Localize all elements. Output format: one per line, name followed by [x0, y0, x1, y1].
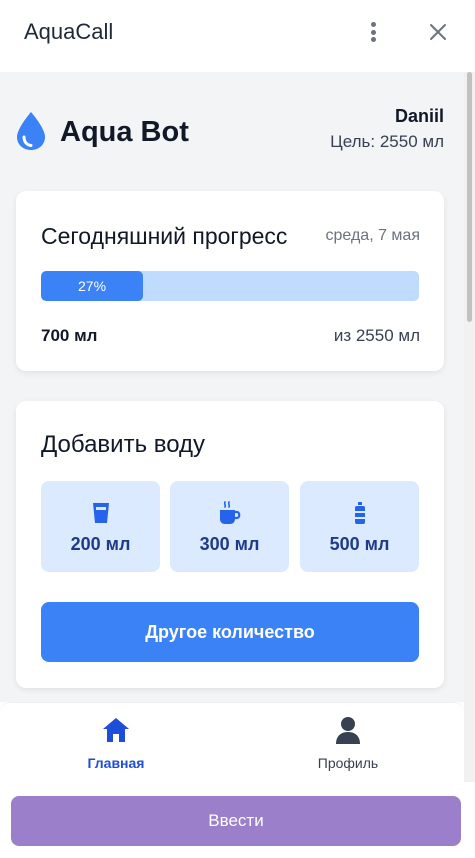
add-water-card: Добавить воду 200 мл 300 мл 500 мл Друго… — [16, 401, 444, 688]
add-water-title: Добавить воду — [41, 431, 206, 458]
progress-bar: 27% — [41, 271, 419, 301]
bot-name: Aqua Bot — [60, 116, 189, 148]
user-icon — [336, 717, 360, 744]
title-bar: AquaCall — [0, 0, 475, 72]
scrollbar-thumb[interactable] — [467, 72, 472, 322]
enter-button[interactable]: Ввести — [11, 796, 461, 846]
other-amount-button[interactable]: Другое количество — [41, 602, 419, 662]
nav-home[interactable]: Главная — [0, 703, 232, 783]
nav-profile-label: Профиль — [317, 755, 379, 771]
user-name: Daniil — [394, 106, 444, 126]
home-icon — [103, 718, 129, 742]
add-500-label: 500 мл — [329, 534, 390, 554]
add-200-label: 200 мл — [70, 534, 131, 554]
add-200-button[interactable]: 200 мл — [41, 481, 160, 572]
kebab-menu-icon[interactable] — [363, 20, 383, 44]
scrollbar[interactable] — [464, 72, 475, 782]
progress-date: среда, 7 мая — [325, 227, 420, 244]
water-drop-icon — [17, 112, 45, 150]
progress-fill: 27% — [41, 271, 144, 301]
bottle-icon — [348, 501, 372, 525]
add-500-button[interactable]: 500 мл — [300, 481, 419, 572]
mug-icon — [218, 501, 242, 525]
daily-goal: Цель: 2550 мл — [330, 132, 444, 151]
glass-icon — [89, 501, 113, 525]
current-amount: 700 мл — [41, 326, 98, 345]
close-icon[interactable] — [426, 20, 450, 44]
nav-profile[interactable]: Профиль — [232, 703, 464, 783]
app-title: AquaCall — [24, 19, 114, 44]
header: Aqua Bot Daniil Цель: 2550 мл — [16, 106, 444, 160]
nav-home-label: Главная — [87, 755, 145, 771]
progress-title: Сегодняшний прогресс — [41, 223, 288, 249]
add-300-button[interactable]: 300 мл — [170, 481, 289, 572]
main-content[interactable]: Aqua Bot Daniil Цель: 2550 мл Сегодняшни… — [0, 72, 475, 702]
progress-card: Сегодняшний прогресс среда, 7 мая 27% 70… — [16, 191, 444, 371]
total-amount: из 2550 мл — [333, 326, 420, 345]
bottom-nav: Главная Профиль — [0, 702, 464, 782]
add-300-label: 300 мл — [199, 534, 260, 554]
